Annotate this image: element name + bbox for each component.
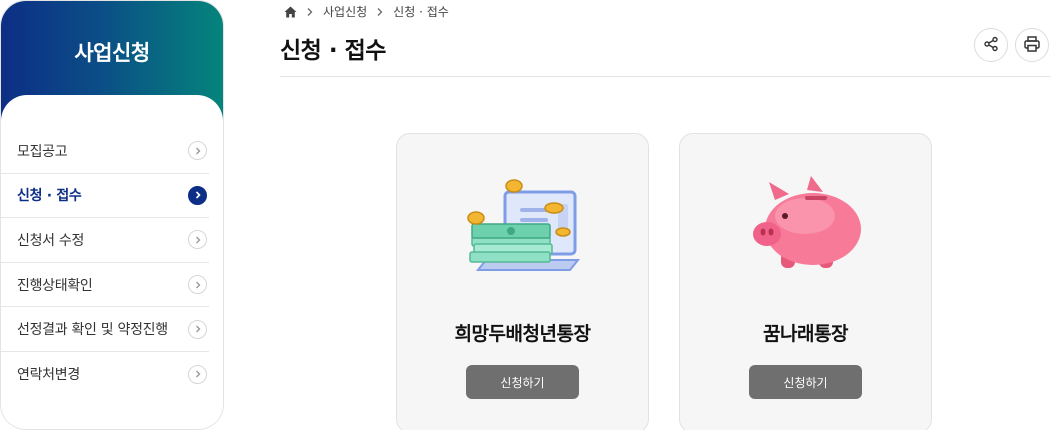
chevron-right-icon [188,319,207,339]
sidebar-item-label: 신청서 수정 [17,232,85,249]
money-laptop-icon [458,174,588,284]
card-title: 꿈나래통장 [763,323,848,345]
breadcrumb: 사업신청 신청 · 접수 [284,3,449,20]
title-divider [280,76,1051,77]
sidebar-menu: 모집공고 신청 · 접수 신청서 수정 진행상태확인 선정결과 확인 및 약정진… [1,129,223,397]
print-button[interactable] [1015,28,1049,62]
sidebar-item-apply[interactable]: 신청 · 접수 [1,174,209,219]
chevron-right-icon [188,275,207,295]
chevron-right-icon [188,185,207,205]
sidebar-body: 모집공고 신청 · 접수 신청서 수정 진행상태확인 선정결과 확인 및 약정진… [1,95,223,429]
share-button[interactable] [974,28,1008,62]
print-icon [1023,35,1041,56]
sidebar-item-label: 진행상태확인 [17,277,93,294]
sidebar-item-label: 선정결과 확인 및 약정진행 [17,322,168,339]
sidebar-item-label: 신청 · 접수 [17,188,82,205]
product-card-dream-wing: 꿈나래통장 신청하기 [679,133,932,430]
piggy-bank-icon [741,174,871,284]
product-card-hope-double: 희망두배청년통장 신청하기 [396,133,649,430]
sidebar-item-label: 모집공고 [17,143,68,160]
home-icon[interactable] [284,6,297,18]
sidebar-title: 사업신청 [74,41,150,65]
chevron-right-icon [188,230,207,250]
sidebar-item-status[interactable]: 진행상태확인 [1,263,209,308]
card-title: 희망두배청년통장 [454,323,591,345]
sidebar-item-selection-result[interactable]: 선정결과 확인 및 약정진행 [1,307,209,352]
breadcrumb-item-business-apply[interactable]: 사업신청 [323,3,367,20]
sidebar-item-edit-application[interactable]: 신청서 수정 [1,218,209,263]
apply-button[interactable]: 신청하기 [466,365,579,399]
breadcrumb-item-current: 신청 · 접수 [393,5,449,19]
sidebar-item-recruitment-notice[interactable]: 모집공고 [1,129,209,174]
sidebar-item-change-contact[interactable]: 연락처변경 [1,352,209,397]
page-title: 신청 · 접수 [280,38,386,64]
apply-button[interactable]: 신청하기 [749,365,862,399]
chevron-right-icon [188,364,207,384]
chevron-right-icon [188,141,207,161]
sidebar: 사업신청 모집공고 신청 · 접수 신청서 수정 진행상태확인 선정결과 확인 … [0,0,224,430]
sidebar-item-label: 연락처변경 [17,367,80,384]
chevron-right-icon [305,7,315,17]
share-icon [983,36,999,55]
chevron-right-icon [375,7,385,17]
